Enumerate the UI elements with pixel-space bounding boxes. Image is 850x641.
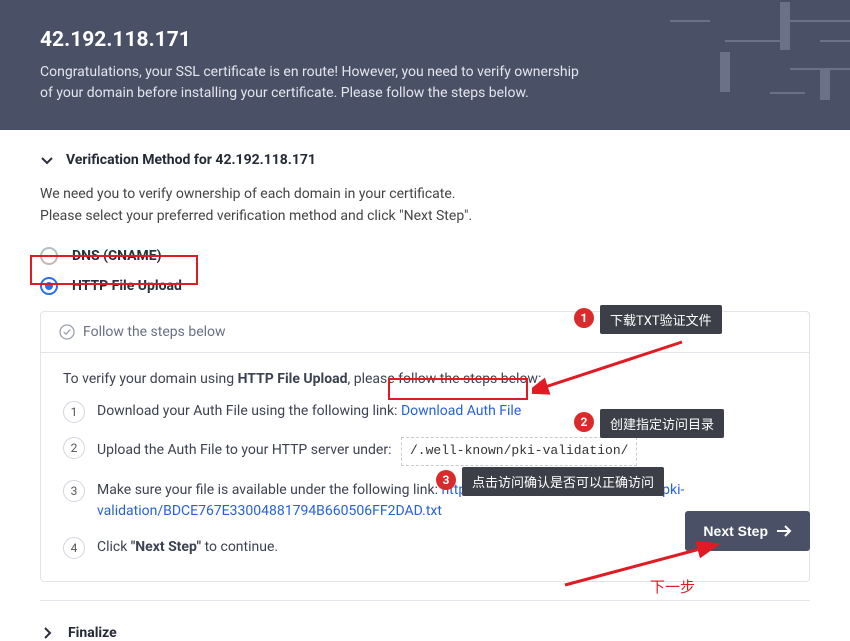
header-line2: of your domain before installing your ce… [40, 83, 810, 104]
next-step-label: Next Step [703, 523, 768, 539]
finalize-title: Finalize [68, 625, 117, 641]
step-number-icon: 1 [63, 401, 85, 423]
intro-line1: We need you to verify ownership of each … [40, 184, 810, 206]
step3-text: Make sure your file is available under t… [97, 482, 441, 498]
annotation-label-2: 创建指定访问目录 [600, 409, 724, 438]
step-number-icon: 3 [63, 480, 85, 502]
step2-text: Upload the Auth File to your HTTP server… [97, 442, 392, 458]
header-ip: 42.192.118.171 [40, 28, 810, 52]
step-number-icon: 2 [63, 437, 85, 459]
step-2: 2 Upload the Auth File to your HTTP serv… [63, 437, 787, 465]
step1-text: Download your Auth File using the follow… [97, 403, 401, 419]
download-auth-file-link[interactable]: Download Auth File [401, 403, 521, 419]
step-4: 4 Click "Next Step" to continue. [63, 537, 787, 559]
panel-header-text: Follow the steps below [83, 324, 226, 340]
header-line1: Congratulations, your SSL certificate is… [40, 62, 810, 83]
annotation-badge: 3 [436, 470, 456, 490]
page-header: 42.192.118.171 Congratulations, your SSL… [0, 0, 850, 130]
annotation-badge: 1 [574, 308, 594, 328]
step-number-icon: 4 [63, 537, 85, 559]
annotation-highlight [30, 255, 198, 285]
chevron-right-icon [40, 626, 54, 640]
annotation-highlight [388, 378, 528, 400]
arrow-right-icon [776, 525, 792, 537]
intro-line2: Please select your preferred verificatio… [40, 206, 810, 228]
chevron-down-icon [40, 153, 54, 167]
annotation-label-1: 下载TXT验证文件 [600, 305, 722, 334]
next-step-button[interactable]: Next Step [685, 511, 810, 551]
annotation-next-cn: 下一步 [650, 576, 695, 597]
annotation-badge: 2 [574, 412, 594, 432]
step-3: 3 Make sure your file is available under… [63, 480, 787, 523]
section-title: Verification Method for 42.192.118.171 [66, 152, 316, 168]
upload-path: /.well-known/pki-validation/ [401, 437, 637, 465]
check-circle-icon [59, 324, 75, 340]
section-verification-method[interactable]: Verification Method for 42.192.118.171 [40, 130, 810, 178]
annotation-label-3: 点击访问确认是否可以正确访问 [462, 467, 664, 496]
section-finalize[interactable]: Finalize [40, 600, 810, 641]
section-intro: We need you to verify ownership of each … [40, 178, 810, 241]
